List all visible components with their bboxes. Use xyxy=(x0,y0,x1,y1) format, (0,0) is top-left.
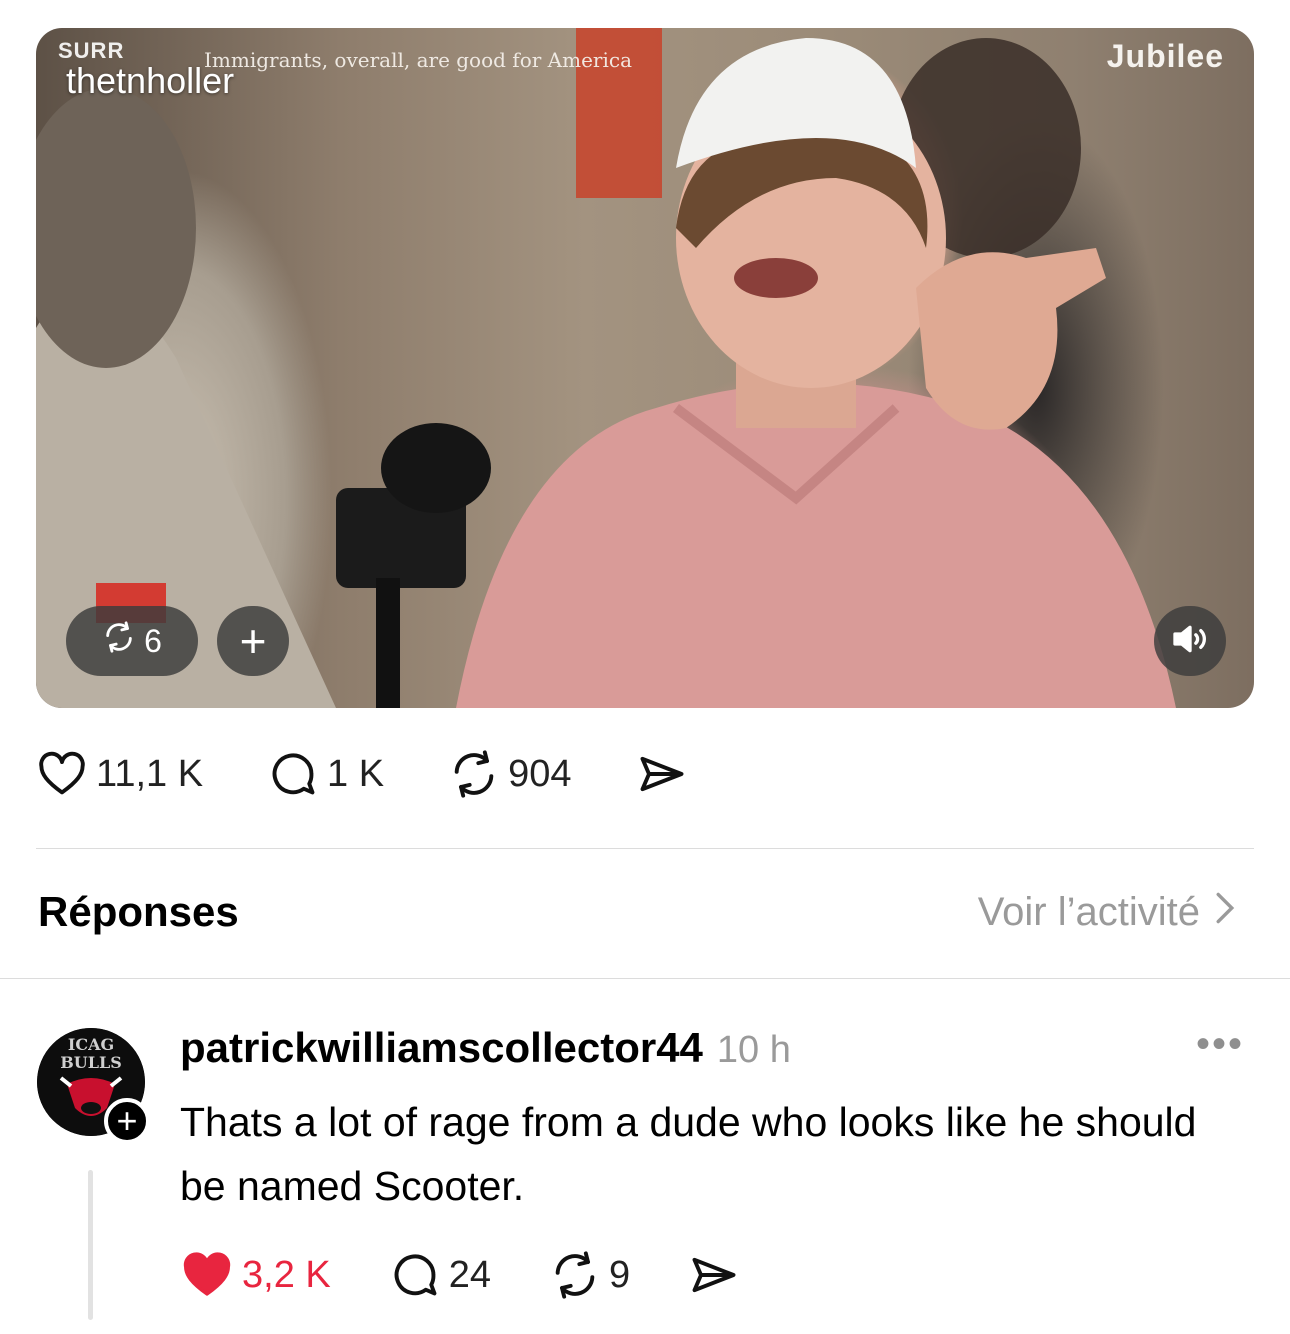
divider xyxy=(0,978,1290,979)
reply-username[interactable]: patrickwilliamscollector44 xyxy=(180,1024,703,1071)
speaker-icon xyxy=(1170,619,1210,664)
reply-header: patrickwilliamscollector44 10 h xyxy=(180,1024,791,1072)
replies-title: Réponses xyxy=(38,888,239,935)
thread-line xyxy=(88,1170,93,1320)
overlay-brand-right: Jubilee xyxy=(1106,38,1224,74)
comment-icon xyxy=(389,1249,441,1301)
post-action-bar: 11,1 K 1 K 904 xyxy=(36,748,752,800)
reply-like-button[interactable]: 3,2 K xyxy=(180,1248,331,1302)
share-button[interactable] xyxy=(636,748,688,800)
reply-comment-count: 24 xyxy=(448,1253,492,1296)
video-player[interactable]: SURR Immigrants, overall, are good for A… xyxy=(36,28,1254,708)
reply-comment-button[interactable]: 24 xyxy=(389,1249,491,1301)
more-options-button[interactable]: ••• xyxy=(1196,1022,1244,1067)
follow-button[interactable]: + xyxy=(104,1098,150,1144)
overlay-caption: Immigrants, overall, are good for Americ… xyxy=(204,48,632,72)
reply-share-button[interactable] xyxy=(688,1249,740,1301)
repost-icon xyxy=(448,748,500,800)
reply-repost-button[interactable]: 9 xyxy=(549,1249,630,1301)
divider xyxy=(36,848,1254,849)
reply-action-bar: 3,2 K 24 9 xyxy=(180,1248,798,1302)
video-frame xyxy=(36,28,1176,708)
repost-icon xyxy=(102,620,136,662)
reply-time: 10 h xyxy=(716,1029,791,1071)
chevron-right-icon xyxy=(1214,890,1236,935)
repost-count-chip[interactable]: 6 xyxy=(66,606,198,676)
view-activity-label: Voir l’activité xyxy=(977,890,1200,934)
reply-repost-count: 9 xyxy=(609,1253,631,1296)
like-button[interactable]: 11,1 K xyxy=(36,748,203,800)
send-icon xyxy=(636,748,688,800)
reply-like-count: 3,2 K xyxy=(242,1253,331,1296)
svg-text:ICAG: ICAG xyxy=(68,1035,114,1054)
reply-text: Thats a lot of rage from a dude who look… xyxy=(180,1099,1197,1209)
heart-icon xyxy=(36,748,88,800)
view-activity-link[interactable]: Voir l’activité xyxy=(978,890,1236,935)
repost-count: 6 xyxy=(144,622,162,659)
repost-count: 904 xyxy=(508,752,572,795)
repost-button[interactable]: 904 xyxy=(448,748,572,800)
repost-icon xyxy=(549,1249,601,1301)
svg-text:BULLS: BULLS xyxy=(60,1053,122,1072)
add-button[interactable]: + xyxy=(217,606,289,676)
comment-count: 1 K xyxy=(327,752,385,795)
sound-button[interactable] xyxy=(1154,606,1226,676)
overlay-username[interactable]: thetnholler xyxy=(66,60,234,102)
send-icon xyxy=(688,1249,740,1301)
heart-filled-icon xyxy=(180,1248,234,1302)
comment-icon xyxy=(267,748,319,800)
comment-button[interactable]: 1 K xyxy=(267,748,384,800)
like-count: 11,1 K xyxy=(96,752,204,795)
